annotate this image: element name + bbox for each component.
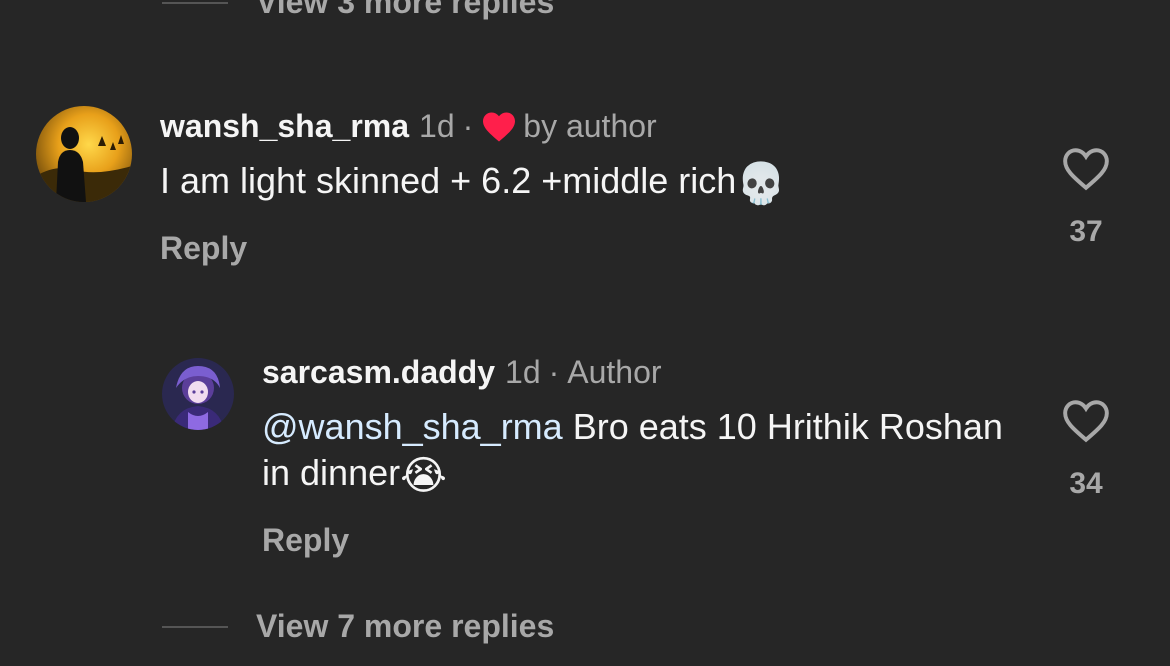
- comment-text: I am light skinned + 6.2 +middle rich💀: [160, 158, 786, 207]
- author-liked-heart-icon: [481, 111, 517, 143]
- like-count: 34: [1069, 467, 1103, 500]
- comment-time: 1d: [419, 108, 455, 144]
- heart-outline-icon[interactable]: [1061, 398, 1111, 449]
- meta-separator: ·: [548, 354, 560, 390]
- view-more-replies-label: View 3 more replies: [256, 0, 555, 20]
- view-more-replies-label: View 7 more replies: [256, 608, 555, 644]
- avatar-image: [162, 358, 234, 430]
- heart-outline-icon[interactable]: [1061, 146, 1111, 197]
- divider-line: [162, 1, 228, 4]
- mention-link[interactable]: @wansh_sha_rma: [262, 406, 563, 447]
- reply-button[interactable]: Reply: [160, 230, 247, 267]
- view-more-replies-top[interactable]: View 3 more replies: [162, 0, 554, 21]
- comment-text-content: I am light skinned + 6.2 +middle rich: [160, 160, 737, 201]
- crying-emoji: 😭: [400, 454, 447, 498]
- like-control: 37: [1051, 146, 1121, 249]
- liked-by-author-label: by author: [523, 108, 657, 144]
- comment-username[interactable]: wansh_sha_rma: [160, 108, 409, 145]
- like-control: 34: [1051, 398, 1121, 501]
- comment-username[interactable]: sarcasm.daddy: [262, 354, 495, 391]
- comment-time: 1d: [505, 354, 541, 390]
- comments-screen: View 3 more replies wansh_sha_rma 1d · b…: [0, 0, 1170, 666]
- comment-meta: wansh_sha_rma 1d · by author: [160, 108, 657, 145]
- meta-separator: ·: [462, 108, 474, 144]
- comment-text: @wansh_sha_rma Bro eats 10 Hrithik Rosha…: [262, 404, 1022, 499]
- skull-emoji: 💀: [736, 162, 787, 206]
- avatar-image: [36, 106, 132, 202]
- avatar[interactable]: [36, 106, 132, 202]
- view-more-replies-bottom[interactable]: View 7 more replies: [162, 608, 554, 645]
- reply-button[interactable]: Reply: [262, 522, 349, 559]
- like-count: 37: [1069, 215, 1103, 248]
- comment-meta: sarcasm.daddy 1d · Author: [262, 354, 662, 391]
- divider-line: [162, 625, 228, 628]
- author-badge: Author: [567, 354, 662, 390]
- avatar[interactable]: [162, 358, 234, 430]
